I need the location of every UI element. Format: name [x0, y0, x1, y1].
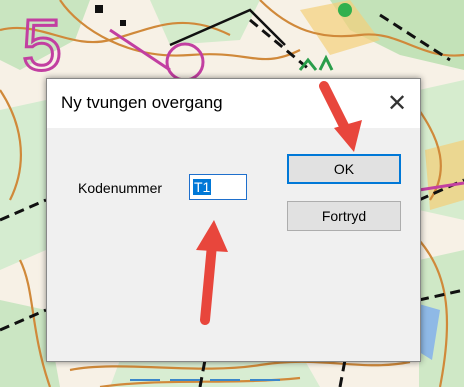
new-forced-transition-dialog: Ny tvungen overgang ✕ Kodenummer T1 OK F…	[46, 78, 421, 362]
close-icon: ✕	[386, 90, 408, 117]
svg-text:5: 5	[22, 6, 62, 86]
dialog-titlebar: Ny tvungen overgang ✕	[47, 79, 420, 128]
code-number-label: Kodenummer	[78, 180, 163, 196]
ok-button[interactable]: OK	[287, 154, 401, 184]
close-button[interactable]: ✕	[374, 79, 420, 128]
code-number-selected-text: T1	[193, 179, 212, 195]
code-number-input[interactable]: T1	[189, 174, 247, 200]
cancel-button[interactable]: Fortryd	[287, 201, 401, 231]
dialog-title: Ny tvungen overgang	[61, 93, 223, 112]
